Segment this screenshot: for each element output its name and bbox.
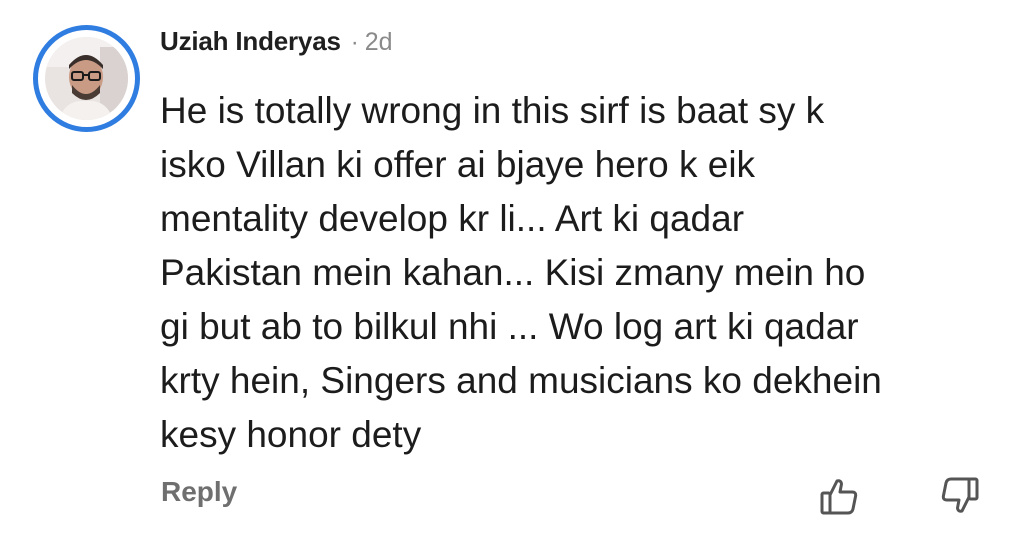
meta-separator: · — [350, 29, 359, 56]
author-name[interactable]: Uziah Inderyas — [160, 26, 341, 57]
comment-age: 2d — [364, 28, 393, 56]
thumbs-up-icon — [820, 479, 858, 515]
upvote-button[interactable] — [815, 472, 863, 520]
reply-button[interactable]: Reply — [161, 476, 237, 508]
comment-header: Uziah Inderyas · 2d — [160, 26, 393, 62]
avatar[interactable] — [33, 25, 140, 132]
thumbs-down-icon — [941, 477, 979, 513]
downvote-button[interactable] — [936, 472, 984, 520]
comment-card: Uziah Inderyas · 2d He is totally wrong … — [0, 0, 1024, 559]
user-avatar-image — [45, 37, 128, 120]
comment-text: He is totally wrong in this sirf is baat… — [160, 90, 882, 455]
